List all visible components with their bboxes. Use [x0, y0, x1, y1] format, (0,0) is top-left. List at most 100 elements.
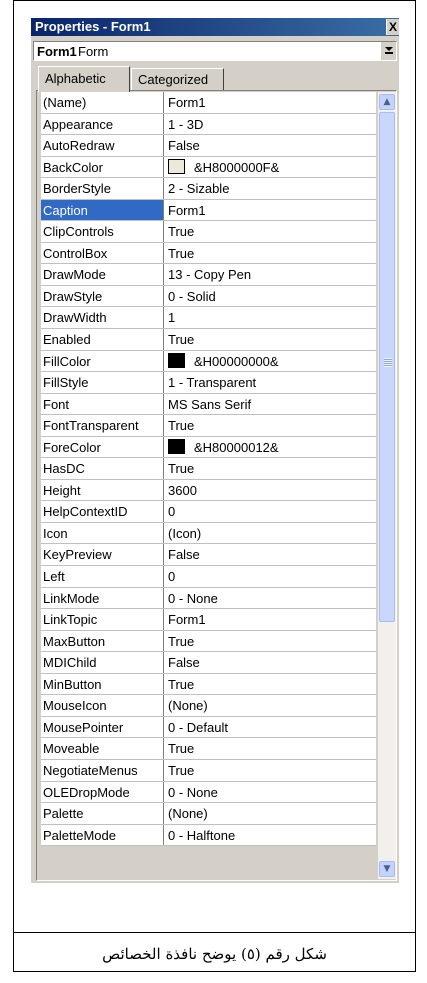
- vertical-scrollbar[interactable]: ▲ ▼: [378, 92, 396, 879]
- property-value[interactable]: False: [168, 135, 200, 156]
- property-name: FontTransparent: [41, 415, 164, 436]
- dropdown-arrow-icon[interactable]: [380, 42, 396, 60]
- property-row[interactable]: HasDC True: [41, 458, 376, 480]
- scroll-up-button[interactable]: ▲: [379, 94, 395, 110]
- property-value[interactable]: (None): [168, 803, 208, 824]
- property-row[interactable]: Left 0: [41, 566, 376, 588]
- property-row[interactable]: Height 3600: [41, 479, 376, 502]
- property-row[interactable]: Caption Form1: [41, 199, 376, 222]
- property-row[interactable]: BorderStyle 2 - Sizable: [41, 178, 376, 200]
- property-value-text: (None): [168, 698, 208, 714]
- property-row[interactable]: FontTransparent True: [41, 415, 376, 437]
- property-value[interactable]: 0: [168, 501, 175, 522]
- property-value[interactable]: 0 - Halftone: [168, 825, 235, 846]
- property-value[interactable]: &H00000000&: [168, 351, 279, 372]
- property-name: LinkTopic: [41, 609, 164, 630]
- property-value[interactable]: Form1: [168, 92, 206, 113]
- property-row[interactable]: LinkTopic Form1: [41, 609, 376, 631]
- property-value-text: Form1: [168, 95, 206, 110]
- property-value[interactable]: &H80000012&: [168, 437, 279, 458]
- property-value[interactable]: True: [168, 415, 194, 436]
- property-value[interactable]: 1 - 3D: [168, 114, 203, 135]
- property-row[interactable]: LinkMode 0 - None: [41, 587, 376, 610]
- property-value-text: 0 - None: [168, 590, 218, 606]
- property-row[interactable]: ForeColor &H80000012&: [41, 436, 376, 459]
- object-type: Form: [78, 44, 109, 59]
- property-row[interactable]: Palette (None): [41, 803, 376, 825]
- property-value[interactable]: True: [168, 329, 194, 350]
- object-combo[interactable]: Form1 Form: [33, 41, 397, 61]
- property-value[interactable]: &H8000000F&: [168, 157, 279, 178]
- property-value[interactable]: Form1: [168, 609, 206, 630]
- property-value[interactable]: True: [168, 738, 194, 759]
- property-row[interactable]: MDIChild False: [41, 652, 376, 674]
- property-row[interactable]: MinButton True: [41, 673, 376, 696]
- grip-icon: [384, 358, 392, 367]
- property-value[interactable]: 0: [168, 566, 175, 587]
- property-value[interactable]: True: [168, 458, 194, 479]
- properties-window: Properties - Form1 X Form1 Form Alphabet…: [31, 18, 399, 883]
- property-row[interactable]: BackColor &H8000000F&: [41, 156, 376, 179]
- object-name: Form1: [37, 44, 77, 59]
- tab-categorized[interactable]: Categorized: [131, 68, 224, 90]
- scroll-thumb[interactable]: [379, 112, 395, 622]
- property-row[interactable]: OLEDropMode 0 - None: [41, 781, 376, 804]
- property-row[interactable]: ControlBox True: [41, 242, 376, 265]
- property-row[interactable]: Icon (Icon): [41, 522, 376, 545]
- property-value[interactable]: 0 - None: [168, 588, 218, 609]
- property-value[interactable]: True: [168, 221, 194, 242]
- property-name: Palette: [41, 803, 164, 824]
- property-row[interactable]: Enabled True: [41, 329, 376, 351]
- property-row[interactable]: DrawMode 13 - Copy Pen: [41, 264, 376, 286]
- property-row[interactable]: AutoRedraw False: [41, 135, 376, 157]
- property-name: Appearance: [41, 113, 164, 135]
- property-value[interactable]: 0 - Solid: [168, 286, 216, 307]
- property-value[interactable]: 1 - Transparent: [168, 372, 256, 393]
- property-value[interactable]: 13 - Copy Pen: [168, 264, 251, 285]
- property-name: OLEDropMode: [41, 781, 164, 803]
- property-row[interactable]: PaletteMode 0 - Halftone: [41, 824, 376, 847]
- frame-divider: [13, 932, 416, 933]
- property-value-text: 0: [168, 569, 176, 585]
- property-value[interactable]: True: [168, 631, 194, 652]
- property-name: MinButton: [41, 673, 164, 695]
- property-name: AutoRedraw: [41, 135, 164, 156]
- property-row[interactable]: Font MS Sans Serif: [41, 393, 376, 416]
- property-value[interactable]: 3600: [168, 480, 197, 501]
- property-value[interactable]: (None): [168, 695, 208, 716]
- property-value[interactable]: True: [168, 760, 194, 781]
- property-row[interactable]: (Name) Form1: [41, 92, 376, 114]
- title-bar[interactable]: Properties - Form1 X: [31, 18, 399, 36]
- property-value[interactable]: MS Sans Serif: [168, 394, 251, 415]
- property-row[interactable]: Appearance 1 - 3D: [41, 113, 376, 136]
- scroll-down-button[interactable]: ▼: [379, 861, 395, 877]
- property-name: DrawMode: [41, 264, 164, 285]
- property-row[interactable]: DrawWidth 1: [41, 307, 376, 330]
- property-row[interactable]: MaxButton True: [41, 630, 376, 653]
- close-button[interactable]: X: [386, 19, 399, 35]
- property-value[interactable]: (Icon): [168, 523, 201, 544]
- property-value[interactable]: True: [168, 243, 194, 264]
- property-row[interactable]: Moveable True: [41, 738, 376, 760]
- property-value-text: 2 - Sizable: [168, 181, 230, 197]
- property-value[interactable]: 0 - Default: [168, 717, 228, 738]
- property-row[interactable]: NegotiateMenus True: [41, 759, 376, 782]
- property-row[interactable]: MousePointer 0 - Default: [41, 716, 376, 739]
- property-value[interactable]: False: [168, 652, 200, 673]
- property-value[interactable]: 1: [168, 307, 175, 328]
- property-row[interactable]: DrawStyle 0 - Solid: [41, 285, 376, 308]
- property-value[interactable]: 0 - None: [168, 782, 218, 803]
- property-value[interactable]: False: [168, 544, 200, 565]
- property-name: BackColor: [41, 156, 164, 178]
- property-row[interactable]: FillStyle 1 - Transparent: [41, 372, 376, 394]
- property-row[interactable]: FillColor &H00000000&: [41, 350, 376, 373]
- property-row[interactable]: HelpContextID 0: [41, 501, 376, 523]
- property-value[interactable]: True: [168, 674, 194, 695]
- property-row[interactable]: KeyPreview False: [41, 544, 376, 567]
- property-value[interactable]: 2 - Sizable: [168, 178, 229, 199]
- property-row[interactable]: MouseIcon (None): [41, 695, 376, 717]
- tab-alphabetic[interactable]: Alphabetic: [38, 66, 130, 92]
- property-name: MDIChild: [41, 652, 164, 673]
- property-value[interactable]: Form1: [168, 200, 206, 221]
- property-row[interactable]: ClipControls True: [41, 221, 376, 243]
